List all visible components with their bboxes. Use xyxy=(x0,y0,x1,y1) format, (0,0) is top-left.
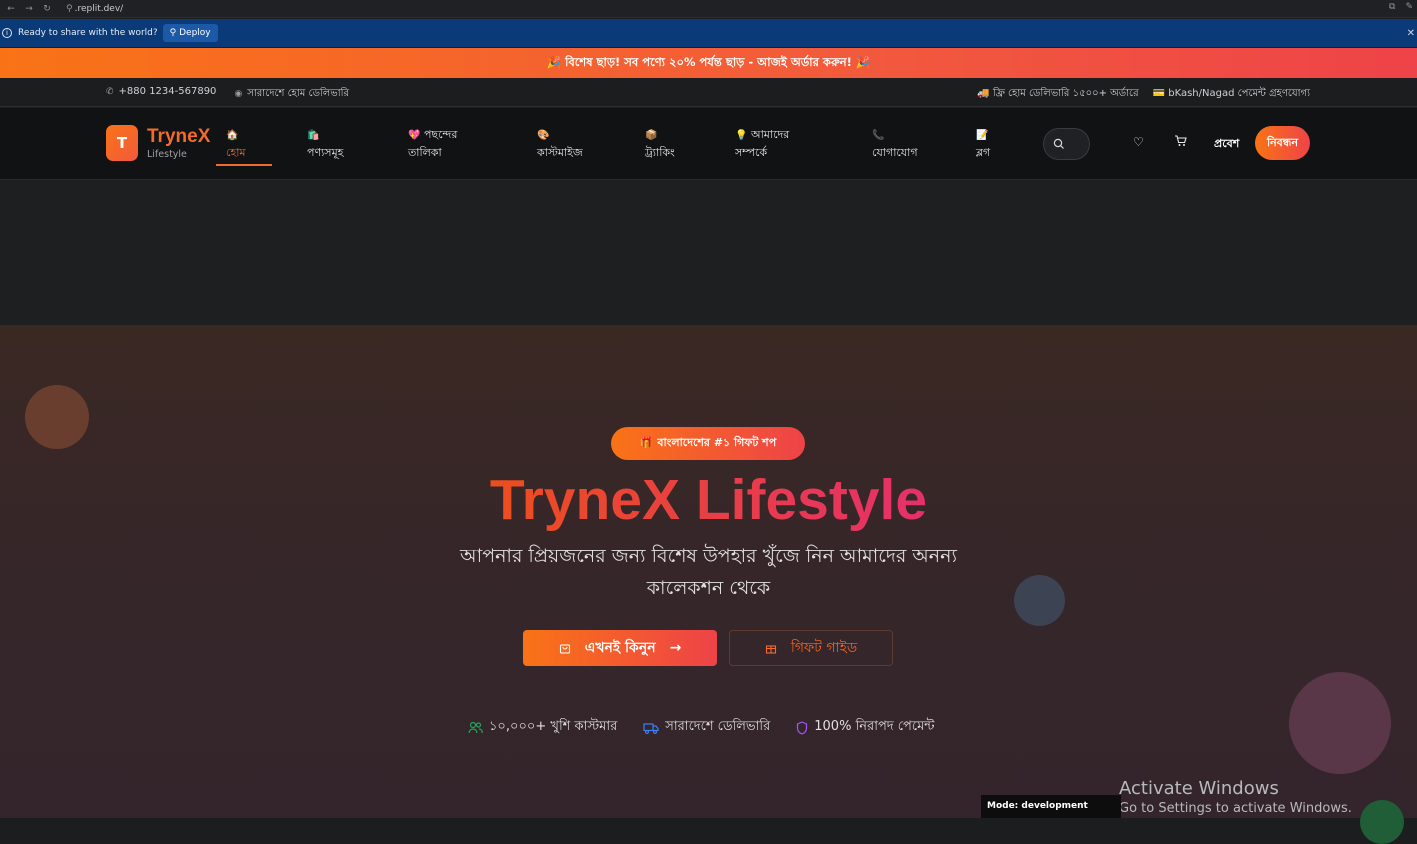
cart-icon[interactable] xyxy=(1174,135,1187,150)
feature-delivery: সারাদেশে ডেলিভারি xyxy=(643,717,770,738)
hero-section: 🎁 বাংলাদেশের #১ গিফট শপ TryneX Lifestyle… xyxy=(0,325,1417,818)
reload-icon[interactable]: ↻ xyxy=(40,4,54,14)
gift-guide-button[interactable]: গিফট গাইড xyxy=(729,630,893,666)
home-icon: 🏠 xyxy=(226,130,239,141)
search-button[interactable] xyxy=(1043,128,1090,160)
site-header: T TryneX Lifestyle 🏠 হোম 🛍️ পণ্যসমূহ 💖 প… xyxy=(0,108,1417,180)
nav-wishlist[interactable]: 💖 পছন্দের তালিকা xyxy=(408,126,457,161)
info-icon: i xyxy=(2,28,12,38)
promo-text: 🎉 বিশেষ ছাড়! সব পণ্যে ২০% পর্যন্ত ছাড় … xyxy=(546,54,871,69)
location-info: ◉ সারাদেশে হোম ডেলিভারি xyxy=(234,88,349,99)
share-message: Ready to share with the world? xyxy=(18,28,158,38)
nav-customize[interactable]: 🎨 কাস্টমাইজ xyxy=(537,126,583,161)
nav-products[interactable]: 🛍️ পণ্যসমূহ xyxy=(307,126,343,161)
gift-icon xyxy=(765,645,776,654)
wishlist-heart-icon[interactable]: ♡ xyxy=(1133,135,1144,149)
phone-icon: ✆ xyxy=(106,87,114,97)
nav-home[interactable]: 🏠 হোম xyxy=(226,126,246,161)
extensions-icon[interactable]: ✎ xyxy=(1405,2,1413,12)
memo-icon: 📝 xyxy=(976,130,989,141)
feature-customers: ১০,০০০+ খুশি কাস্টমার xyxy=(468,717,617,738)
replit-share-banner: i Ready to share with the world? ⚲ Deplo… xyxy=(0,19,1417,47)
logo-mark[interactable]: T xyxy=(106,125,138,161)
search-icon xyxy=(1053,138,1064,149)
shopping-bags-icon: 🛍️ xyxy=(307,130,320,141)
signup-button[interactable]: নিবন্ধন xyxy=(1255,126,1310,160)
login-link[interactable]: প্রবেশ xyxy=(1214,135,1239,154)
payment-info: 💳 bKash/Nagad পেমেন্ট গ্রহণযোগ্য xyxy=(1152,88,1310,99)
phone-info: ✆ +880 1234-567890 xyxy=(106,86,217,97)
truck-icon xyxy=(643,722,659,734)
hero-title: TryneX Lifestyle xyxy=(489,468,928,532)
deploy-button[interactable]: ⚲ Deploy xyxy=(162,24,218,42)
url-text: .replit.dev/ xyxy=(74,3,124,14)
hero-badge: 🎁 বাংলাদেশের #১ গিফট শপ xyxy=(611,427,805,460)
forward-icon[interactable]: → xyxy=(22,4,36,14)
back-icon[interactable]: ← xyxy=(4,4,18,14)
dev-mode-badge: Mode: development xyxy=(981,795,1121,818)
hero-features: ১০,০০০+ খুশি কাস্টমার সারাদেশে ডেলিভারি … xyxy=(468,717,935,738)
brand-tagline: Lifestyle xyxy=(147,149,187,160)
decorative-bubble xyxy=(25,385,89,449)
shield-icon xyxy=(797,720,808,735)
hero-subtitle: আপনার প্রিয়জনের জন্য বিশেষ উপহার খুঁজে … xyxy=(460,545,957,599)
address-bar[interactable]: ⚲ .replit.dev/ xyxy=(66,2,1366,16)
palette-icon: 🎨 xyxy=(537,130,550,141)
brand-name[interactable]: TryneX xyxy=(147,126,210,148)
shop-now-button[interactable]: এখনই কিনুন → xyxy=(523,630,717,666)
site-info-icon[interactable]: ⚲ xyxy=(66,4,73,14)
nav-tracking[interactable]: 📦 ট্র্যাকিং xyxy=(645,126,675,161)
heart-icon: 💖 xyxy=(408,130,421,141)
active-nav-indicator xyxy=(216,164,272,166)
windows-activation-watermark: Activate Windows Go to Settings to activ… xyxy=(1119,778,1352,816)
browser-toolbar: ← → ↻ ⚲ .replit.dev/ ⧉ ✎ xyxy=(0,0,1417,18)
promo-banner: 🎉 বিশেষ ছাড়! সব পণ্যে ২০% পর্যন্ত ছাড় … xyxy=(0,48,1417,78)
feature-secure-payment: 100% নিরাপদ পেমেন্ট xyxy=(796,717,935,738)
info-strip: ✆ +880 1234-567890 ◉ সারাদেশে হোম ডেলিভারি… xyxy=(0,78,1417,107)
free-delivery-info: 🚚 ফ্রি হোম ডেলিভারি ১৫০০+ অর্ডারে xyxy=(977,88,1139,99)
package-icon: 📦 xyxy=(645,130,658,141)
nav-blog[interactable]: 📝 ব্লগ xyxy=(976,126,990,161)
close-icon[interactable]: ✕ xyxy=(1407,28,1415,39)
nav-contact[interactable]: 📞 যোগাযোগ xyxy=(872,126,918,161)
phone-icon: 📞 xyxy=(872,130,885,141)
decorative-bubble xyxy=(1289,672,1391,774)
users-icon xyxy=(468,721,483,734)
shopping-bag-icon xyxy=(559,644,570,654)
floating-action-button[interactable] xyxy=(1360,800,1404,844)
map-pin-icon: ◉ xyxy=(234,89,243,99)
nav-about[interactable]: 💡 আমাদের সম্পর্কে xyxy=(735,126,789,161)
lightbulb-icon: 💡 xyxy=(735,130,748,141)
split-view-icon[interactable]: ⧉ xyxy=(1389,2,1395,12)
arrow-right-icon: → xyxy=(669,640,682,656)
placeholder-section xyxy=(0,181,1417,325)
